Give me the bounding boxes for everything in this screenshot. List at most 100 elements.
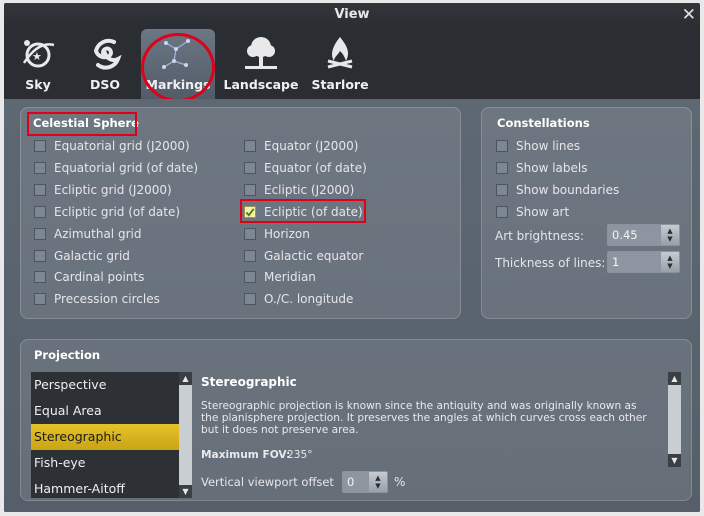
list-item[interactable]: Equal Area bbox=[31, 398, 179, 424]
scroll-up-icon[interactable]: ▲ bbox=[179, 372, 192, 385]
view-dialog: View ✕ ★ Sky DSO Markings Landscape Star… bbox=[4, 3, 700, 512]
viewport-offset-value[interactable]: 0 bbox=[343, 472, 369, 492]
arrow-up-icon[interactable]: ▲ bbox=[667, 254, 672, 262]
list-item-selected[interactable]: Stereographic bbox=[31, 424, 179, 450]
art-brightness-label: Art brightness: bbox=[495, 229, 585, 243]
checkbox-ecliptic-grid-of-date[interactable]: Ecliptic grid (of date) bbox=[34, 203, 180, 221]
art-brightness-spinbox[interactable]: 0.45 ▲ ▼ bbox=[607, 224, 680, 246]
checkbox-label: Ecliptic grid (of date) bbox=[54, 205, 181, 219]
celestial-sphere-title: Celestial Sphere bbox=[33, 116, 139, 130]
checkbox-galactic-grid[interactable]: Galactic grid bbox=[34, 247, 130, 265]
spin-arrows[interactable]: ▲ ▼ bbox=[369, 472, 387, 492]
checkbox-show-boundaries[interactable]: Show boundaries bbox=[496, 181, 619, 199]
checkbox-label: Ecliptic (of date) bbox=[264, 205, 363, 219]
checkbox-label: Show lines bbox=[516, 139, 581, 153]
scroll-down-icon[interactable]: ▼ bbox=[179, 485, 192, 498]
checkbox-box[interactable] bbox=[496, 206, 508, 218]
viewport-offset-spinbox[interactable]: 0 ▲ ▼ bbox=[342, 471, 388, 493]
spin-arrows[interactable]: ▲ ▼ bbox=[661, 252, 679, 272]
arrow-up-icon[interactable]: ▲ bbox=[375, 474, 380, 482]
checkbox-show-lines[interactable]: Show lines bbox=[496, 137, 580, 155]
campfire-icon bbox=[308, 31, 372, 75]
checkbox-box[interactable] bbox=[34, 184, 46, 196]
checkbox-label: Show boundaries bbox=[516, 183, 620, 197]
galaxy-icon bbox=[78, 31, 132, 75]
checkbox-label: Galactic grid bbox=[54, 249, 130, 263]
checkbox-box[interactable] bbox=[34, 162, 46, 174]
art-brightness-value[interactable]: 0.45 bbox=[608, 225, 661, 245]
checkbox-galactic-equator[interactable]: Galactic equator bbox=[244, 247, 363, 265]
checkbox-box[interactable] bbox=[34, 293, 46, 305]
checkbox-box[interactable] bbox=[244, 250, 256, 262]
checkbox-box[interactable] bbox=[34, 271, 46, 283]
checkbox-show-art[interactable]: Show art bbox=[496, 203, 569, 221]
checkbox-ecliptic-of-date[interactable]: Ecliptic (of date) bbox=[244, 203, 363, 221]
tab-sky[interactable]: ★ Sky bbox=[14, 29, 62, 99]
thickness-label: Thickness of lines: bbox=[495, 256, 606, 270]
checkbox-ecliptic-grid-j2000[interactable]: Ecliptic grid (J2000) bbox=[34, 181, 172, 199]
thickness-value[interactable]: 1 bbox=[608, 252, 661, 272]
thickness-spinbox[interactable]: 1 ▲ ▼ bbox=[607, 251, 680, 273]
constellation-icon bbox=[141, 31, 215, 75]
checkbox-oc-longitude[interactable]: O./C. longitude bbox=[244, 290, 353, 308]
checkbox-label: Ecliptic (J2000) bbox=[264, 183, 355, 197]
spin-arrows[interactable]: ▲ ▼ bbox=[661, 225, 679, 245]
arrow-down-icon[interactable]: ▼ bbox=[667, 235, 672, 243]
checkbox-cardinal-points[interactable]: Cardinal points bbox=[34, 268, 144, 286]
arrow-up-icon[interactable]: ▲ bbox=[667, 227, 672, 235]
checkbox-box[interactable] bbox=[244, 184, 256, 196]
list-item[interactable]: Fish-eye bbox=[31, 450, 179, 476]
projection-list-scrollbar[interactable]: ▲ ▼ bbox=[179, 372, 192, 498]
checkbox-label: Meridian bbox=[264, 270, 316, 284]
tab-dso[interactable]: DSO bbox=[78, 29, 132, 99]
tab-landscape[interactable]: Landscape bbox=[223, 29, 299, 99]
checkbox-box[interactable] bbox=[496, 140, 508, 152]
sky-icon: ★ bbox=[14, 31, 62, 75]
checkbox-precession-circles[interactable]: Precession circles bbox=[34, 290, 160, 308]
checkbox-ecliptic-j2000[interactable]: Ecliptic (J2000) bbox=[244, 181, 354, 199]
checkbox-box[interactable] bbox=[34, 140, 46, 152]
description-scrollbar[interactable]: ▲ ▼ bbox=[668, 372, 681, 467]
checkbox-box[interactable] bbox=[244, 271, 256, 283]
checkbox-box[interactable] bbox=[244, 162, 256, 174]
checkbox-box[interactable] bbox=[34, 228, 46, 240]
checkbox-equator-j2000[interactable]: Equator (J2000) bbox=[244, 137, 358, 155]
max-fov-value: 235° bbox=[287, 449, 313, 461]
projection-list[interactable]: Perspective Equal Area Stereographic Fis… bbox=[31, 372, 179, 498]
checkbox-box[interactable] bbox=[34, 206, 46, 218]
checkbox-box[interactable] bbox=[244, 140, 256, 152]
checkbox-show-labels[interactable]: Show labels bbox=[496, 159, 587, 177]
checkbox-box[interactable] bbox=[496, 184, 508, 196]
checkbox-box[interactable] bbox=[244, 228, 256, 240]
checkbox-label: Cardinal points bbox=[54, 270, 145, 284]
checkbox-box[interactable] bbox=[34, 250, 46, 262]
title-bar[interactable]: View ✕ bbox=[4, 3, 700, 27]
tree-icon bbox=[223, 31, 299, 75]
viewport-offset-unit: % bbox=[394, 475, 406, 489]
checkbox-equatorial-grid-j2000[interactable]: Equatorial grid (J2000) bbox=[34, 137, 190, 155]
checkbox-azimuthal-grid[interactable]: Azimuthal grid bbox=[34, 225, 141, 243]
close-icon[interactable]: ✕ bbox=[682, 5, 696, 25]
scroll-down-icon[interactable]: ▼ bbox=[668, 454, 681, 467]
checkbox-box-checked[interactable] bbox=[244, 206, 256, 218]
checkbox-equator-of-date[interactable]: Equator (of date) bbox=[244, 159, 367, 177]
arrow-down-icon[interactable]: ▼ bbox=[667, 262, 672, 270]
checkbox-label: O./C. longitude bbox=[264, 292, 354, 306]
checkbox-box[interactable] bbox=[244, 293, 256, 305]
tab-markings[interactable]: Markings bbox=[141, 29, 215, 99]
scroll-up-icon[interactable]: ▲ bbox=[668, 372, 681, 385]
projection-description-line-3: but it does not preserve area. bbox=[201, 424, 359, 436]
checkbox-label: Equatorial grid (of date) bbox=[54, 161, 199, 175]
checkbox-horizon[interactable]: Horizon bbox=[244, 225, 310, 243]
projection-description-line-1: Stereographic projection is known since … bbox=[201, 400, 637, 412]
list-item[interactable]: Hammer-Aitoff bbox=[31, 476, 179, 498]
list-item[interactable]: Perspective bbox=[31, 372, 179, 398]
tab-starlore[interactable]: Starlore bbox=[308, 29, 372, 99]
checkbox-equatorial-grid-of-date[interactable]: Equatorial grid (of date) bbox=[34, 159, 198, 177]
tab-markings-label: Markings bbox=[145, 77, 211, 92]
arrow-down-icon[interactable]: ▼ bbox=[375, 482, 380, 490]
checkbox-box[interactable] bbox=[496, 162, 508, 174]
checkbox-label: Show labels bbox=[516, 161, 588, 175]
checkbox-meridian[interactable]: Meridian bbox=[244, 268, 316, 286]
max-fov-label: Maximum FOV: bbox=[201, 449, 291, 461]
